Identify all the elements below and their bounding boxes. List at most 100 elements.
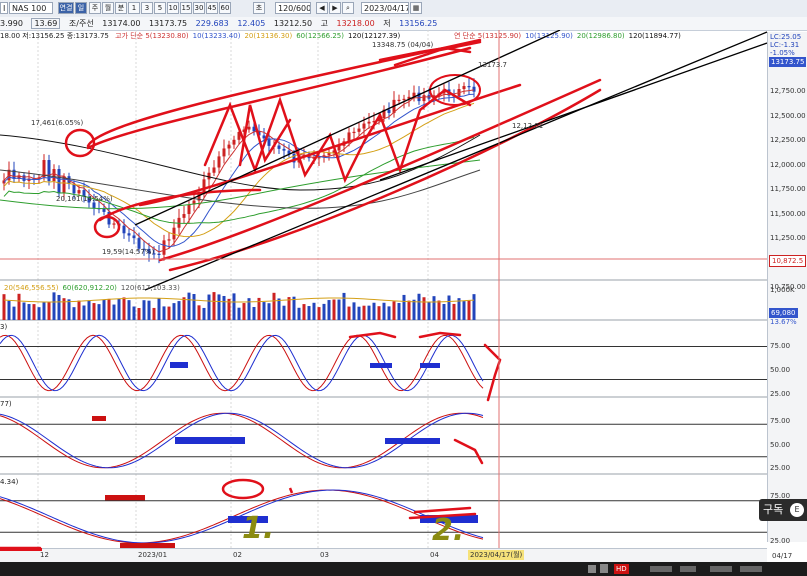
volume-bar [237, 307, 241, 320]
candle-body [122, 225, 126, 234]
symbol-input[interactable]: NAS 100 [9, 2, 53, 14]
annotation-circle-osc3 [221, 478, 265, 500]
volume-pct: 13.67% [770, 318, 797, 326]
cast-icon[interactable] [710, 566, 732, 572]
oscillator-fill-area [385, 438, 440, 444]
period-button[interactable]: 10 [167, 2, 179, 14]
volume-bar [182, 297, 186, 320]
period-button[interactable]: 3 [141, 2, 153, 14]
volume-bar [367, 305, 371, 320]
period-button[interactable]: 월 [102, 2, 114, 14]
price-tick-label: 12,250.00 [770, 136, 806, 144]
volume-bar [342, 292, 346, 320]
zoom-icon[interactable]: ⌕ [342, 2, 354, 14]
annotation-stroke [348, 331, 397, 339]
volume-bar [427, 302, 431, 320]
candle-body [57, 169, 61, 194]
candle-body [212, 167, 216, 173]
handwritten-two: 2. [432, 513, 464, 548]
candle-body [472, 86, 476, 92]
quote-value-e: 13212.50 [273, 19, 313, 28]
oscillator-tick-label: 25.00 [770, 390, 791, 398]
volume-bar [72, 307, 76, 320]
period-button[interactable]: 60 [219, 2, 231, 14]
volume-bar [187, 292, 191, 320]
period-button[interactable]: 5 [154, 2, 166, 14]
volume-bar [177, 301, 181, 320]
volume-bar [307, 306, 311, 320]
candle-body [362, 123, 366, 129]
candle-body [157, 253, 161, 255]
price-axis[interactable]: LC:25.05 LC:-1.31 -1.05% 13173.75 12,750… [767, 32, 807, 545]
candle-body [217, 156, 221, 168]
volume-legend: 20(546,556.55) 60(620,912.20) 120(617,103.… [4, 284, 184, 293]
candle-body [52, 169, 56, 182]
volume-bar [432, 296, 436, 320]
calendar-icon[interactable]: ▦ [410, 2, 422, 14]
tab-linked[interactable]: 연결 [58, 2, 74, 14]
volume-bar [127, 300, 131, 320]
period-button[interactable]: 30 [193, 2, 205, 14]
annotation-circle-mid [93, 215, 121, 239]
tab-day[interactable]: 일 [75, 2, 87, 14]
scroll-progress-indicator[interactable] [0, 548, 42, 551]
volume-bar [472, 294, 476, 320]
volume-bar [382, 302, 386, 320]
period-button[interactable]: 45 [206, 2, 218, 14]
volume-bar [167, 306, 171, 320]
date-input[interactable]: 2023/04/17 [361, 2, 409, 14]
chart-toolbar: I NAS 100 연결 일 주 월 분 1 3 5 10 15 30 45 60 초 120/60… [0, 0, 807, 18]
volume-bar [202, 307, 206, 320]
time-tick-label: 12 [40, 551, 49, 559]
volume-bar [162, 306, 166, 320]
period-button[interactable]: 15 [180, 2, 192, 14]
time-tick-label: 02 [233, 551, 242, 559]
chevron-left-icon[interactable]: ◀ [316, 2, 328, 14]
osc1-k-line [0, 334, 484, 392]
price-value: 3.990 [0, 19, 23, 28]
miniplayer-icon[interactable] [650, 566, 672, 572]
period-button[interactable]: 1 [128, 2, 140, 14]
time-axis[interactable]: 12 2023/01 02 03 04 2023/04/17(월) [0, 548, 767, 563]
ma10-line [3, 93, 475, 248]
peak-annotation: 13348.75 (04/04) [372, 41, 434, 49]
volume-bar [47, 302, 51, 320]
volume-bar [207, 294, 211, 320]
captions-icon[interactable] [600, 564, 608, 573]
subscribe-button[interactable]: 구독 E [759, 499, 807, 521]
period-count-input[interactable]: 120/600 [275, 2, 311, 14]
volume-bar [287, 297, 291, 320]
chevron-right-icon[interactable]: ▶ [329, 2, 341, 14]
volume-bar [52, 292, 56, 320]
volume-bar [122, 297, 126, 320]
volume-bar [212, 292, 216, 320]
tick-button[interactable]: 초 [253, 2, 265, 14]
axis-tag-lc1: LC:25.05 [770, 33, 802, 41]
volume-bar [417, 293, 421, 320]
price-tick-label: 11,500.00 [770, 209, 806, 218]
mid-annotation: 20,101(14.54%) [56, 195, 113, 203]
ma5-line [3, 89, 475, 253]
settings-icon[interactable] [588, 565, 596, 573]
volume-bar [407, 300, 411, 320]
volume-bar [412, 299, 416, 320]
candle-body [397, 99, 401, 101]
period-button[interactable]: 분 [115, 2, 127, 14]
volume-bar [362, 305, 366, 320]
candle-body [402, 98, 406, 101]
volume-current-badge: 69,080 [769, 308, 798, 318]
quote-value-g: 13156.25 [399, 19, 438, 28]
theater-mode-icon[interactable] [680, 566, 696, 572]
candle-body [132, 235, 136, 239]
period-button[interactable]: 주 [89, 2, 101, 14]
fullscreen-icon[interactable] [740, 566, 762, 572]
candle-body [387, 109, 391, 113]
candle-body [232, 139, 236, 145]
quote-value-f: 13218.00 [336, 19, 375, 28]
annotation-stroke [453, 438, 484, 465]
volume-legend-item: 120(617,103.33) [120, 284, 180, 292]
volume-bar [282, 305, 286, 320]
volume-bar [332, 299, 336, 320]
volume-bar [442, 303, 446, 320]
volume-bar [12, 306, 16, 320]
